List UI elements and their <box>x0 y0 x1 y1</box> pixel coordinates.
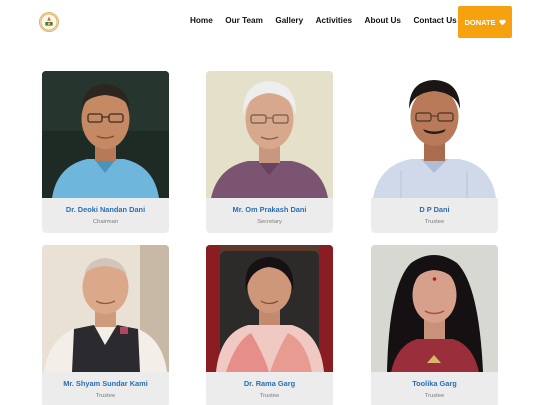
team-card[interactable]: Mr. Shyam Sundar Kami Trustee <box>42 245 169 405</box>
main-nav: Home Our Team Gallery Activities About U… <box>190 16 469 25</box>
team-card[interactable]: Toolika Garg Trustee <box>371 245 498 405</box>
member-name: D P Dani <box>419 205 450 214</box>
member-role: Trustee <box>424 393 445 399</box>
team-card[interactable]: D P Dani Trustee <box>371 71 498 233</box>
nav-activities[interactable]: Activities <box>316 16 352 25</box>
member-name: Mr. Om Prakash Dani <box>232 205 307 214</box>
site-header: Home Our Team Gallery Activities About U… <box>0 0 540 44</box>
donate-button[interactable]: DONATE <box>458 6 512 38</box>
team-page: Home Our Team Gallery Activities About U… <box>0 0 540 405</box>
member-role: Chairman <box>92 219 119 225</box>
member-photo <box>42 71 169 198</box>
member-role: Trustee <box>259 393 280 399</box>
team-card[interactable]: Mr. Om Prakash Dani Secretary <box>206 71 333 233</box>
nav-home[interactable]: Home <box>190 16 213 25</box>
nav-about-us[interactable]: About Us <box>365 16 401 25</box>
member-photo <box>371 245 498 372</box>
member-name: Dr. Rama Garg <box>243 379 296 388</box>
heart-icon <box>498 19 506 25</box>
member-role: Secretary <box>257 219 282 225</box>
member-name: Dr. Deoki Nandan Dani <box>65 205 146 214</box>
member-photo <box>206 71 333 198</box>
member-name: Mr. Shyam Sundar Kami <box>63 379 148 388</box>
nav-our-team[interactable]: Our Team <box>225 16 263 25</box>
donate-label: DONATE <box>464 17 496 27</box>
team-card[interactable]: Dr. Rama Garg Trustee <box>206 245 333 405</box>
member-role: Trustee <box>95 393 116 399</box>
team-card[interactable]: Dr. Deoki Nandan Dani Chairman <box>42 71 169 233</box>
trust-emblem-icon[interactable] <box>39 12 59 32</box>
member-role: Trustee <box>424 219 445 225</box>
member-photo <box>206 245 333 372</box>
member-photo <box>371 71 498 198</box>
member-photo <box>42 245 169 372</box>
nav-contact-us[interactable]: Contact Us <box>413 16 456 25</box>
nav-gallery[interactable]: Gallery <box>275 16 303 25</box>
member-name: Toolika Garg <box>412 379 457 388</box>
